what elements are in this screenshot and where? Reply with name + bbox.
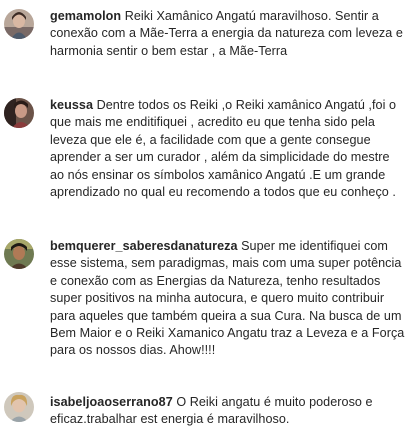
avatar-image bbox=[4, 239, 34, 269]
avatar[interactable] bbox=[4, 392, 34, 422]
comment-text: Dentre todos os Reiki ,o Reiki xamânico … bbox=[50, 98, 397, 200]
avatar-image bbox=[4, 98, 34, 128]
comment-username[interactable]: gemamolon bbox=[50, 9, 121, 23]
comment-username[interactable]: keussa bbox=[50, 98, 93, 112]
avatar-image bbox=[4, 392, 34, 422]
avatar[interactable] bbox=[4, 239, 34, 269]
comment-username[interactable]: isabeljoaoserrano87 bbox=[50, 395, 173, 409]
avatar[interactable] bbox=[4, 9, 34, 39]
comment-username[interactable]: bemquerer_saberesdanatureza bbox=[50, 239, 238, 253]
avatar-image bbox=[4, 9, 34, 39]
avatar[interactable] bbox=[4, 98, 34, 128]
comment-text: Super me identifiquei com esse sistema, … bbox=[50, 239, 405, 358]
